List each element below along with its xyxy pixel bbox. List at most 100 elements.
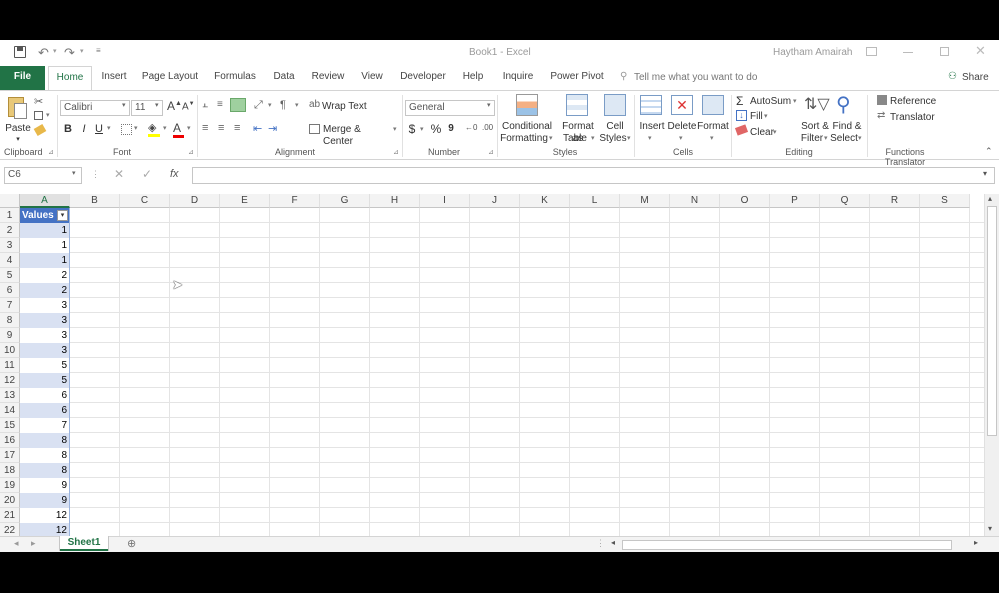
close-icon[interactable]: ✕	[975, 43, 986, 59]
table-cell[interactable]: 8	[20, 463, 70, 478]
column-header-s[interactable]: S	[920, 194, 970, 208]
save-icon[interactable]	[14, 46, 26, 58]
bold-button[interactable]: B	[62, 123, 74, 135]
reference-icon[interactable]	[877, 95, 887, 105]
column-header-j[interactable]: J	[470, 194, 520, 208]
translator-button[interactable]: Translator	[890, 112, 936, 124]
autosum-icon[interactable]: Σ	[736, 94, 743, 108]
fill-color-icon[interactable]: ◈	[148, 121, 160, 137]
column-header-e[interactable]: E	[220, 194, 270, 208]
tab-home[interactable]: Home	[48, 66, 92, 90]
fill-icon[interactable]: ↓	[736, 110, 747, 121]
sort-filter-icon[interactable]: ⇅▽	[804, 94, 830, 114]
currency-button[interactable]: $	[407, 123, 417, 135]
sort-filter-button[interactable]: Sort &	[800, 121, 830, 133]
row-header-22[interactable]: 22	[0, 523, 20, 536]
tab-formulas[interactable]: Formulas	[212, 66, 258, 90]
alignment-launcher-icon[interactable]: ⊿	[393, 148, 399, 156]
conditional-formatting-button[interactable]: Conditional	[500, 121, 554, 133]
column-header-m[interactable]: M	[620, 194, 670, 208]
underline-button[interactable]: U	[93, 123, 105, 135]
new-sheet-icon[interactable]: ⊕	[127, 537, 136, 550]
copy-dropdown-icon[interactable]: ▾	[46, 111, 50, 119]
redo-dropdown-icon[interactable]: ▾	[80, 47, 84, 55]
redo-icon[interactable]: ↷	[64, 45, 75, 61]
insert-cells-button[interactable]: Insert	[638, 121, 666, 133]
column-header-i[interactable]: I	[420, 194, 470, 208]
name-box-dropdown-icon[interactable]: ▾	[72, 169, 76, 177]
clipboard-launcher-icon[interactable]: ⊿	[48, 148, 54, 156]
insert-cells-icon[interactable]	[640, 95, 662, 115]
table-cell[interactable]: 6	[20, 388, 70, 403]
hscroll-left-icon[interactable]: ◂	[611, 538, 615, 547]
collapse-ribbon-icon[interactable]: ⌃	[985, 146, 993, 157]
row-header-8[interactable]: 8	[0, 313, 20, 328]
table-cell[interactable]: 12	[20, 523, 70, 536]
vertical-scrollbar[interactable]: ▴ ▾	[984, 194, 999, 536]
conditional-formatting-label2[interactable]: Formatting	[498, 133, 550, 145]
fill-dropdown-icon[interactable]: ▾	[764, 112, 768, 120]
prev-sheet-icon[interactable]: ◂	[14, 538, 19, 549]
scroll-thumb[interactable]	[987, 206, 997, 436]
text-direction-dropdown-icon[interactable]: ▾	[295, 101, 299, 109]
row-header-15[interactable]: 15	[0, 418, 20, 433]
tab-developer[interactable]: Developer	[398, 66, 448, 90]
insert-function-icon[interactable]: fx	[170, 168, 179, 180]
column-header-q[interactable]: Q	[820, 194, 870, 208]
tab-power-pivot[interactable]: Power Pivot	[548, 66, 606, 90]
row-header-9[interactable]: 9	[0, 328, 20, 343]
delete-cells-icon[interactable]: ✕	[671, 95, 693, 115]
column-header-c[interactable]: C	[120, 194, 170, 208]
cut-icon[interactable]: ✂	[34, 95, 43, 108]
column-header-h[interactable]: H	[370, 194, 420, 208]
row-header-14[interactable]: 14	[0, 403, 20, 418]
scroll-down-icon[interactable]: ▾	[988, 524, 992, 533]
font-name-select[interactable]: Calibri	[60, 100, 130, 116]
table-cell[interactable]: 8	[20, 433, 70, 448]
sort-filter-dropdown-icon[interactable]: ▾	[824, 134, 828, 142]
column-header-p[interactable]: P	[770, 194, 820, 208]
decrease-indent-icon[interactable]: ⇤	[253, 122, 262, 135]
increase-decimal-icon[interactable]: ←0	[465, 123, 477, 132]
table-cell[interactable]: 12	[20, 508, 70, 523]
merge-center-button[interactable]: Merge & Center	[323, 124, 393, 148]
table-cell[interactable]: 3	[20, 343, 70, 358]
next-sheet-icon[interactable]: ▸	[31, 538, 36, 549]
sheet-tab-sheet1[interactable]: Sheet1	[60, 536, 108, 551]
table-cell[interactable]: 2	[20, 268, 70, 283]
font-name-dropdown-icon[interactable]: ▾	[122, 101, 126, 109]
row-header-20[interactable]: 20	[0, 493, 20, 508]
table-cell[interactable]: 5	[20, 373, 70, 388]
row-header-16[interactable]: 16	[0, 433, 20, 448]
tab-page-layout[interactable]: Page Layout	[140, 66, 200, 90]
expand-formula-bar-icon[interactable]: ▾	[983, 169, 987, 178]
table-cell[interactable]: 5	[20, 358, 70, 373]
currency-dropdown-icon[interactable]: ▾	[420, 125, 424, 133]
tab-file[interactable]: File	[0, 66, 45, 90]
scroll-up-icon[interactable]: ▴	[988, 194, 992, 203]
share-button[interactable]: Share	[962, 72, 989, 83]
tab-data[interactable]: Data	[270, 66, 298, 90]
row-header-2[interactable]: 2	[0, 223, 20, 238]
clear-icon[interactable]	[734, 124, 749, 136]
table-cell[interactable]: 3	[20, 298, 70, 313]
format-dropdown-icon[interactable]: ▾	[710, 134, 714, 142]
number-format-dropdown-icon[interactable]: ▾	[487, 101, 491, 109]
table-cell[interactable]: 7	[20, 418, 70, 433]
column-header-b[interactable]: B	[70, 194, 120, 208]
row-header-3[interactable]: 3	[0, 238, 20, 253]
align-center-icon[interactable]: ≡	[218, 122, 224, 134]
cell-styles-label2[interactable]: Styles	[598, 133, 628, 145]
bottom-align-icon[interactable]	[230, 98, 246, 112]
column-header-a[interactable]: A	[20, 194, 70, 208]
hscroll-right-icon[interactable]: ▸	[974, 538, 978, 547]
column-header-o[interactable]: O	[720, 194, 770, 208]
column-header-n[interactable]: N	[670, 194, 720, 208]
conditional-formatting-dropdown-icon[interactable]: ▾	[549, 134, 553, 142]
column-header-l[interactable]: L	[570, 194, 620, 208]
row-header-18[interactable]: 18	[0, 463, 20, 478]
row-header-13[interactable]: 13	[0, 388, 20, 403]
row-header-12[interactable]: 12	[0, 373, 20, 388]
format-painter-icon[interactable]	[33, 124, 47, 136]
column-header-r[interactable]: R	[870, 194, 920, 208]
